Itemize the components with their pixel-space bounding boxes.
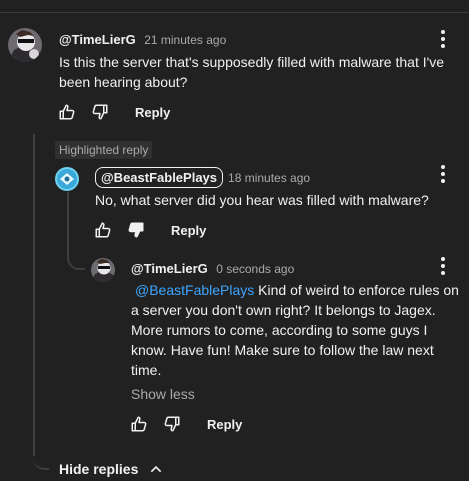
comment-text: Is this the server that's supposedly fil…	[59, 54, 445, 90]
thumbs-up-icon	[131, 416, 147, 432]
thumbs-down-filled-icon	[128, 222, 144, 238]
reply-button[interactable]: Reply	[135, 105, 170, 120]
comment-menu-button[interactable]	[431, 27, 455, 51]
like-button[interactable]	[55, 100, 79, 124]
reply-menu-button[interactable]	[431, 162, 455, 186]
thread-line	[33, 134, 35, 456]
reply-avatar[interactable]	[91, 258, 115, 282]
nested-thread-connector	[67, 240, 85, 270]
reply-author[interactable]: @TimeLierG	[131, 261, 208, 276]
thread-connector	[33, 440, 49, 470]
more-vert-icon	[441, 165, 445, 169]
highlighted-reply-badge: Highlighted reply	[55, 141, 153, 159]
hide-replies-label: Hide replies	[59, 461, 139, 477]
show-less-button[interactable]: Show less	[131, 386, 195, 402]
avatar[interactable]	[8, 28, 42, 62]
thumbs-down-icon	[92, 104, 108, 120]
reply-avatar[interactable]	[55, 167, 79, 191]
reply-timestamp[interactable]: 0 seconds ago	[216, 262, 294, 276]
like-button[interactable]	[91, 218, 115, 242]
comment-author[interactable]: @TimeLierG	[59, 32, 136, 47]
more-vert-icon	[441, 257, 445, 261]
reply-menu-button[interactable]	[431, 254, 455, 278]
reply-text: @BeastFablePlays Kind of weird to enforc…	[131, 282, 459, 378]
dislike-button[interactable]	[88, 100, 112, 124]
top-divider	[0, 12, 469, 13]
reply-author-chip[interactable]: @BeastFablePlays	[95, 167, 224, 188]
mention-link[interactable]: @BeastFablePlays	[135, 282, 254, 298]
dislike-button[interactable]	[160, 412, 184, 436]
like-button[interactable]	[127, 412, 151, 436]
thumbs-up-icon	[59, 104, 75, 120]
thumbs-up-icon	[95, 222, 111, 238]
chevron-up-icon	[151, 465, 162, 473]
comment-timestamp[interactable]: 21 minutes ago	[144, 33, 226, 47]
reply-button[interactable]: Reply	[207, 417, 242, 432]
hide-replies-button[interactable]: Hide replies	[59, 461, 164, 477]
more-vert-icon	[441, 30, 445, 34]
dislike-button-active[interactable]	[124, 218, 148, 242]
reply-text: No, what server did you hear was filled …	[95, 192, 429, 208]
thumbs-down-icon	[164, 416, 180, 432]
reply-button[interactable]: Reply	[171, 223, 206, 238]
reply-timestamp[interactable]: 18 minutes ago	[228, 171, 310, 185]
